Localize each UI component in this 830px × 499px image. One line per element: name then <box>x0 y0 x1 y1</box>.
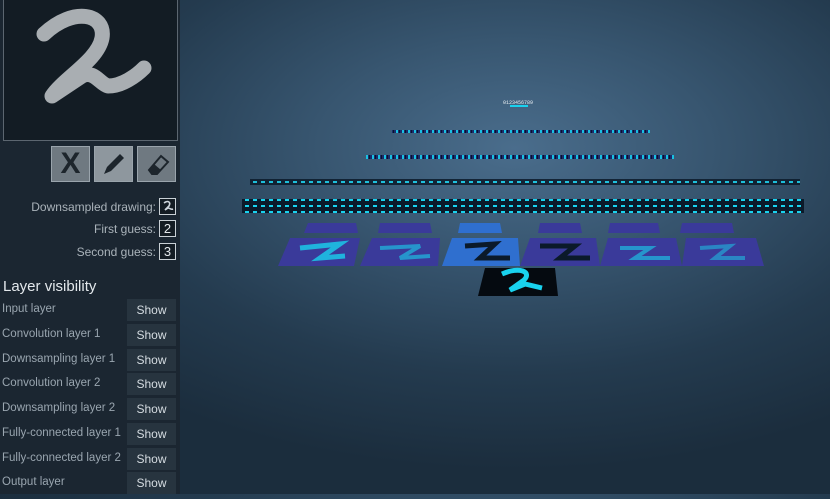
layer-row-fc2: Fully-connected layer 2 Show <box>0 448 180 472</box>
downsampled-thumbnail <box>159 198 176 215</box>
first-guess-row: First guess: 2 <box>94 220 176 237</box>
layer-row-output: Output layer Show <box>0 472 180 496</box>
layer-name: Downsampling layer 1 <box>2 353 116 365</box>
layer-row-conv2: Convolution layer 2 Show <box>0 373 180 397</box>
eraser-button[interactable] <box>137 146 176 182</box>
drawn-digit <box>36 8 152 104</box>
network-3d-view[interactable]: 0123456789 <box>180 0 830 494</box>
drawing-tools: X <box>51 146 176 182</box>
layer-row-down1: Downsampling layer 1 Show <box>0 349 180 373</box>
layer-name: Input layer <box>2 303 56 315</box>
show-button[interactable]: Show <box>127 472 176 494</box>
left-panel: X Downsampled drawing: First guess: 2 Se… <box>0 0 180 494</box>
downsampled-label: Downsampled drawing: <box>31 199 156 214</box>
layer-name: Convolution layer 2 <box>2 377 101 389</box>
show-button[interactable]: Show <box>127 299 176 321</box>
second-guess-value: 3 <box>159 243 176 260</box>
pencil-button[interactable] <box>94 146 133 182</box>
network-visualization: 0123456789 <box>242 100 804 296</box>
eraser-icon <box>147 154 169 175</box>
layer-name: Downsampling layer 2 <box>2 402 116 414</box>
layer-name: Convolution layer 1 <box>2 328 101 340</box>
show-button[interactable]: Show <box>127 398 176 420</box>
layer-visibility-panel: Layer visibility Input layer Show Convol… <box>0 274 180 494</box>
pencil-icon <box>103 154 124 174</box>
first-guess-label: First guess: <box>93 221 156 236</box>
clear-label: X <box>60 147 81 180</box>
layer-name: Fully-connected layer 1 <box>2 427 121 439</box>
downsampling-layer-2 <box>250 179 800 185</box>
input-layer <box>478 267 558 296</box>
layer-row-input: Input layer Show <box>0 299 180 323</box>
drawing-canvas[interactable] <box>3 0 178 141</box>
convolution-layer-1 <box>278 238 764 266</box>
layer-row-down2: Downsampling layer 2 Show <box>0 398 180 422</box>
downsampled-row: Downsampled drawing: <box>31 198 176 215</box>
second-guess-label: Second guess: <box>76 244 156 259</box>
second-guess-row: Second guess: 3 <box>77 243 176 260</box>
show-button[interactable]: Show <box>127 373 176 395</box>
show-button[interactable]: Show <box>127 423 176 445</box>
show-button[interactable]: Show <box>127 349 176 371</box>
output-layer-bar <box>510 105 528 107</box>
downsampling-layer-1 <box>304 223 734 233</box>
show-button[interactable]: Show <box>127 324 176 346</box>
clear-button[interactable]: X <box>51 146 90 182</box>
layer-row-fc1: Fully-connected layer 1 Show <box>0 423 180 447</box>
convolution-layer-2 <box>242 199 804 213</box>
layer-name: Output layer <box>2 476 65 488</box>
layer-row-conv1: Convolution layer 1 Show <box>0 324 180 348</box>
first-guess-value: 2 <box>159 220 176 237</box>
layer-visibility-title: Layer visibility <box>3 278 97 295</box>
layer-name: Fully-connected layer 2 <box>2 452 121 464</box>
show-button[interactable]: Show <box>127 448 176 470</box>
